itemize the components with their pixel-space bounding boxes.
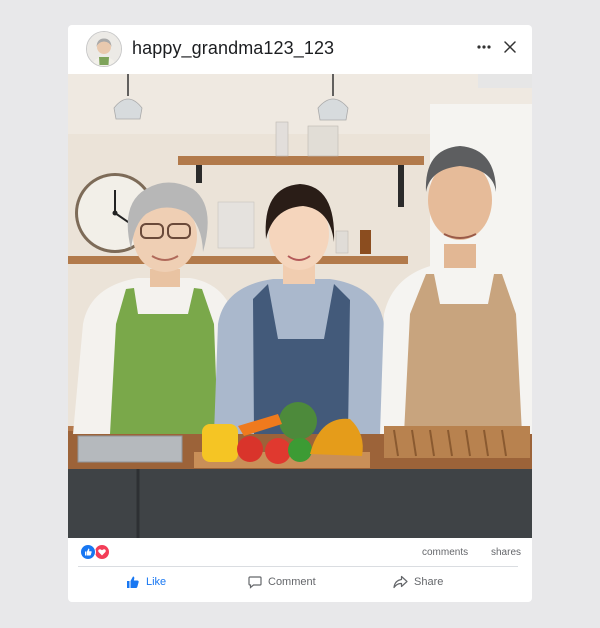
username[interactable]: happy_grandma123_123 (132, 38, 334, 59)
more-icon[interactable] (476, 39, 492, 55)
comment-label: Comment (268, 576, 316, 588)
comments-count[interactable]: comments (422, 547, 468, 558)
reaction-stats: comments shares (68, 538, 532, 566)
post-header: happy_grandma123_123 (68, 25, 532, 74)
shares-count[interactable]: shares (491, 547, 521, 558)
comment-button[interactable]: Comment (248, 573, 316, 591)
like-label: Like (146, 576, 167, 588)
share-icon (393, 575, 408, 589)
share-button[interactable]: Share (393, 573, 443, 591)
post-actions: Like Comment Share (68, 567, 532, 597)
love-reaction-icon[interactable] (94, 544, 110, 560)
share-label: Share (414, 576, 444, 588)
family-kitchen-photo (68, 74, 532, 538)
avatar[interactable] (86, 31, 122, 67)
post-card: happy_grandma123_123 comments shares Lik… (68, 25, 532, 602)
like-button[interactable]: Like (126, 573, 166, 591)
post-photo[interactable] (68, 74, 532, 538)
like-reaction-icon[interactable] (80, 544, 96, 560)
comment-icon (248, 576, 262, 589)
close-icon[interactable] (502, 39, 518, 55)
thumbs-up-icon (127, 576, 139, 588)
grandma-avatar-icon (87, 32, 121, 66)
